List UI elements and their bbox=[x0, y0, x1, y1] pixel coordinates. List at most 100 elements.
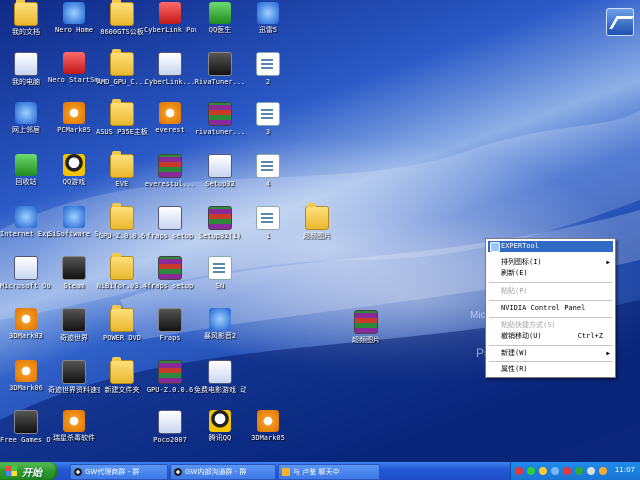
tray-app-icon[interactable] bbox=[587, 467, 595, 475]
desktop-icon-nero-startsmart[interactable]: Nero StartSmart bbox=[48, 52, 100, 84]
menu-item-properties[interactable]: 属性(R) bbox=[488, 364, 613, 375]
desktop-icon-tencent-qq[interactable]: 腾讯QQ bbox=[194, 410, 246, 442]
taskbar-button-gw-agent-group[interactable]: GW代理商群 - 群 bbox=[70, 464, 168, 480]
desktop-icon-fraps-setup-exe[interactable]: fraps_setup bbox=[144, 206, 196, 240]
desktop-icon-doc-4[interactable]: 4 bbox=[242, 154, 294, 188]
desktop-icon-label: Poco2007 bbox=[153, 436, 187, 444]
menu-separator bbox=[489, 361, 612, 362]
desktop-icon-asus-p35e[interactable]: ASUS P35E主板 测试数据 bbox=[96, 99, 148, 136]
cyberlink-icon bbox=[158, 52, 182, 76]
desktop-icon-poco2007[interactable]: Poco2007 bbox=[144, 410, 196, 444]
steam-icon bbox=[62, 256, 86, 280]
desktop-icon-powerdvd[interactable]: CyberLink PowerDVD bbox=[144, 2, 196, 34]
desktop[interactable]: Micro W Pr 我的文档 我的电脑 网上邻居 回收站 Internet E… bbox=[0, 0, 640, 462]
desktop-icon-label: 回收站 bbox=[15, 178, 37, 186]
rising-antivirus-icon bbox=[63, 410, 85, 432]
tray-antivirus-icon[interactable] bbox=[515, 467, 523, 475]
internet-explorer-icon bbox=[15, 206, 37, 228]
desktop-icon-oc-pictures-folder[interactable]: 超频图片 bbox=[291, 203, 343, 240]
menu-item-new[interactable]: 新建(W) ▶ bbox=[488, 348, 613, 359]
desktop-icon-my-computer[interactable]: 我的电脑 bbox=[0, 52, 52, 86]
menu-item-paste: 粘贴(P) bbox=[488, 286, 613, 297]
desktop-icon-label: Setup32(1) bbox=[198, 232, 242, 240]
taskbar-button-label: GW代理商群 - 群 bbox=[85, 468, 140, 476]
taskbar-button-chat[interactable]: 与 卢鉴 聊天中 bbox=[278, 464, 380, 480]
desktop-icon-setup32-1[interactable]: Setup32(1) bbox=[194, 206, 246, 240]
desktop-icon-nibitor[interactable]: NiBiTor.v3.4 bbox=[96, 253, 148, 290]
tray-nvidia-icon[interactable] bbox=[575, 467, 583, 475]
desktop-icon-rising-antivirus[interactable]: 瑞星杀毒软件 bbox=[48, 410, 100, 442]
desktop-icon-outlook[interactable]: Microsoft Outlook bbox=[0, 256, 52, 290]
desktop-icon-thunder5[interactable]: 迅雷5 bbox=[242, 2, 294, 34]
desktop-icon-rivatuner-archive[interactable]: rivatuner... bbox=[194, 102, 246, 136]
desktop-icon-doc-1[interactable]: 1 bbox=[242, 206, 294, 240]
desktop-icon-label: Fraps bbox=[159, 334, 181, 342]
tray-security-icon[interactable] bbox=[563, 467, 571, 475]
desktop-icon-qiji-world[interactable]: 奇迹世界 bbox=[48, 308, 100, 342]
desktop-icon-oc-pictures-archive[interactable]: 超频图片 bbox=[340, 310, 392, 344]
menu-item-nvidia-control-panel[interactable]: NVIDIA Control Panel bbox=[488, 303, 613, 314]
menu-separator bbox=[489, 282, 612, 283]
desktop-icon-setup32[interactable]: Setup32 bbox=[194, 154, 246, 188]
desktop-icon-8600gts[interactable]: 8600GTS公板 bbox=[96, 0, 148, 36]
desktop-icon-qiji-world-lookup[interactable]: 奇迹世界资料速查 bbox=[48, 360, 100, 394]
desktop-icon-qq-game[interactable]: QQ游戏 bbox=[48, 154, 100, 186]
desktop-icon-my-documents[interactable]: 我的文档 bbox=[0, 0, 52, 36]
desktop-icon-gpuz-archive[interactable]: GPU-Z.0.0.6 bbox=[144, 360, 196, 394]
desktop-icon-storm-player[interactable]: 暴风影音2 bbox=[194, 308, 246, 340]
3dmark-icon bbox=[15, 308, 37, 330]
start-button[interactable]: 开始 bbox=[0, 462, 58, 480]
desktop-icon-doc-3[interactable]: 3 bbox=[242, 102, 294, 136]
my-documents-icon bbox=[14, 0, 38, 26]
tray-network-icon[interactable] bbox=[527, 467, 535, 475]
desktop-icon-everest-archive[interactable]: everestul... bbox=[144, 154, 196, 188]
desktop-icon-network[interactable]: 网上邻居 bbox=[0, 102, 52, 134]
desktop-icon-eve[interactable]: EVE bbox=[96, 151, 148, 188]
folder-icon bbox=[110, 253, 134, 280]
desktop-icon-everest[interactable]: everest bbox=[144, 102, 196, 134]
desktop-icon-fraps-setup-archive[interactable]: fraps_setup bbox=[144, 256, 196, 290]
menu-item-refresh[interactable]: 刷新(E) bbox=[488, 268, 613, 279]
desktop-corner-logo-icon[interactable] bbox=[606, 8, 634, 36]
desktop-icon-free-movie-download[interactable]: 免费电影游戏 动漫下载 bbox=[194, 360, 246, 394]
desktop-icon-3dmark05[interactable]: 3DMark05 bbox=[242, 410, 294, 442]
desktop-icon-fraps[interactable]: Fraps bbox=[144, 308, 196, 342]
desktop-icon-free-games-offer[interactable]: Free Games Offer bbox=[0, 410, 52, 444]
desktop-icon-qq-doctor[interactable]: QQ医生 bbox=[194, 2, 246, 34]
desktop-icon-new-folder[interactable]: 新建文件夹 bbox=[96, 357, 148, 394]
desktop-icon-sisoftware[interactable]: SiSoftware Sandra L... bbox=[48, 206, 100, 238]
desktop-icon-gpuz-folder[interactable]: GPU-Z.0.0.6 bbox=[96, 203, 148, 240]
desktop-icon-pcmark05[interactable]: PCMark05 bbox=[48, 102, 100, 134]
desktop-icon-3dmark06[interactable]: 3DMark06 bbox=[0, 360, 52, 392]
taskbar-clock[interactable]: 11:07 bbox=[615, 466, 635, 474]
desktop-icon-amd-gpu[interactable]: AMD_GPU_C... bbox=[96, 49, 148, 86]
desktop-icon-rivatuner[interactable]: RivaTuner... bbox=[194, 52, 246, 86]
desktop-icon-recycle-bin[interactable]: 回收站 bbox=[0, 154, 52, 186]
desktop-icon-internet-explorer[interactable]: Internet Explorer bbox=[0, 206, 52, 238]
desktop-icon-cyberlink[interactable]: CyberLink... bbox=[144, 52, 196, 86]
tray-thunder-icon[interactable] bbox=[599, 467, 607, 475]
qq-icon bbox=[174, 468, 182, 476]
desktop-icon-label: 暴风影音2 bbox=[203, 332, 237, 340]
desktop-icon-label: SiSoftware Sandra L... bbox=[48, 230, 100, 238]
qq-icon bbox=[209, 410, 231, 432]
tray-qq-icon[interactable] bbox=[539, 467, 547, 475]
desktop-icon-3dmark03[interactable]: 3DMark03 bbox=[0, 308, 52, 340]
game-icon bbox=[62, 308, 86, 332]
menu-item-arrange-icons[interactable]: 排列图标(I) ▶ bbox=[488, 257, 613, 268]
desktop-icon-power-dvd-folder[interactable]: POWER DVD bbox=[96, 305, 148, 342]
menu-separator bbox=[489, 345, 612, 346]
game-icon bbox=[62, 360, 86, 384]
desktop-icon-doc-2[interactable]: 2 bbox=[242, 52, 294, 86]
taskbar-button-gw-internal-group[interactable]: GW内部沟通群 - 群 bbox=[170, 464, 276, 480]
tray-volume-icon[interactable] bbox=[551, 467, 559, 475]
menu-item-undo-move[interactable]: 撤销移动(U) Ctrl+Z bbox=[488, 331, 613, 342]
desktop-icon-label: 新建文件夹 bbox=[104, 386, 140, 394]
desktop-icon-label: ASUS P35E主板 测试数据 bbox=[96, 128, 148, 136]
desktop-icon-steam[interactable]: Steam bbox=[48, 256, 100, 290]
menu-item-expertool[interactable]: EXPERTool bbox=[488, 241, 613, 252]
desktop-icon-nero-home[interactable]: Nero Home bbox=[48, 2, 100, 34]
sisoftware-icon bbox=[63, 206, 85, 228]
desktop-icon-sn[interactable]: SN bbox=[194, 256, 246, 290]
desktop-icon-label: Nero Home bbox=[55, 26, 93, 34]
